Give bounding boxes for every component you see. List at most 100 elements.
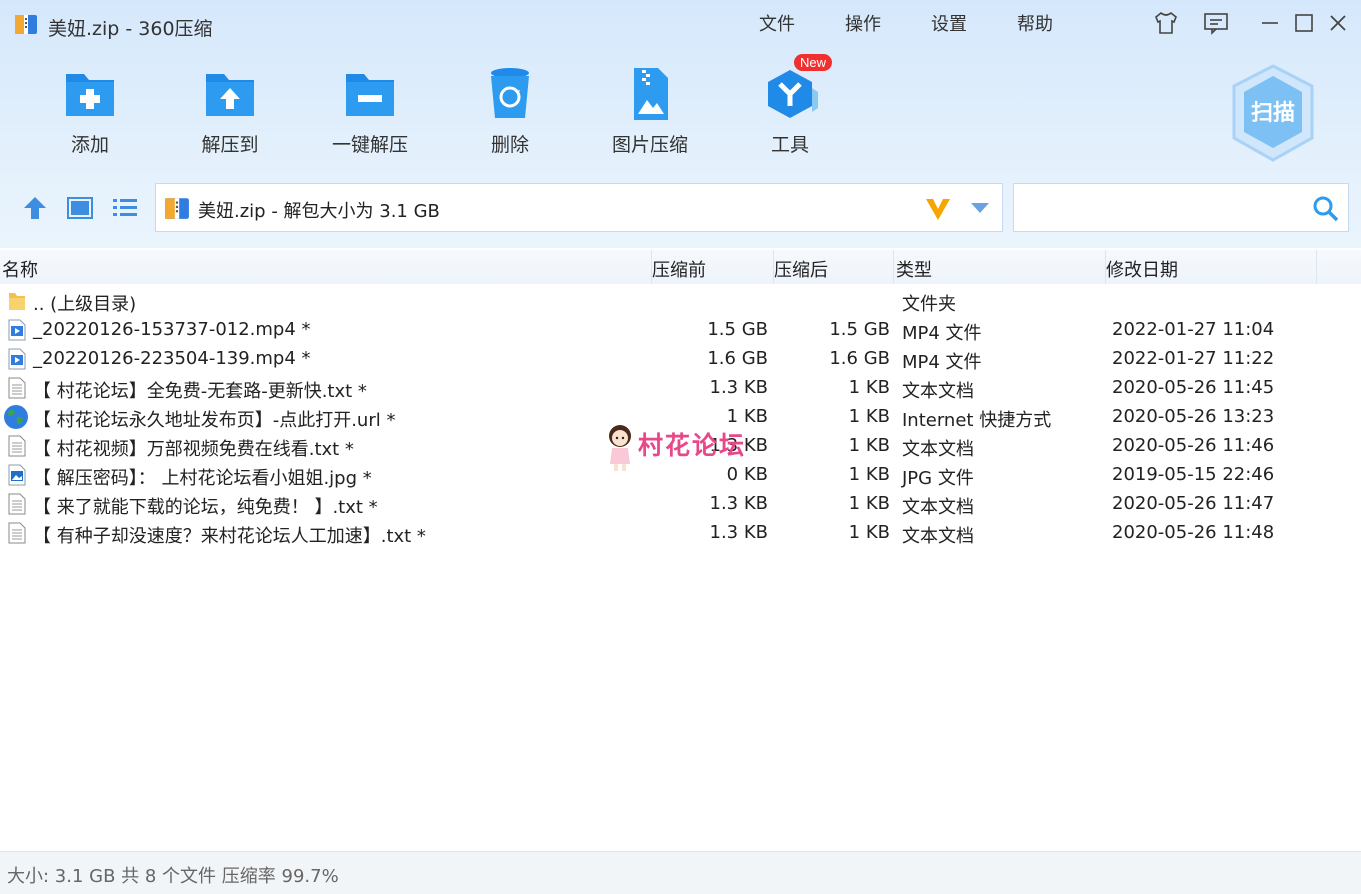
- file-size-after: 1 KB: [848, 464, 890, 485]
- file-size-before: 1.5 GB: [707, 319, 768, 340]
- file-modified: 2022-01-27 11:22: [1112, 348, 1275, 369]
- file-size-after: 1 KB: [848, 435, 890, 456]
- file-type: Internet 快捷方式: [902, 410, 1052, 431]
- file-size-before: 1.6 GB: [707, 348, 768, 369]
- extract-to-label: 解压到: [201, 134, 259, 156]
- file-size-after: 1.6 GB: [829, 348, 890, 369]
- one-click-extract-button[interactable]: 一键解压: [315, 64, 425, 157]
- text-file-icon: [7, 377, 27, 399]
- file-name: 【 村花论坛】全免费-无套路-更新快.txt *: [33, 381, 367, 402]
- file-name: _20220126-153737-012.mp4 *: [33, 319, 311, 340]
- add-button[interactable]: 添加: [35, 64, 145, 157]
- file-name: 【 村花论坛永久地址发布页】-点此打开.url *: [33, 410, 396, 431]
- column-modified[interactable]: 修改日期: [1106, 256, 1178, 282]
- window-title: 美妞.zip - 360压缩: [48, 18, 213, 40]
- tools-label: 工具: [770, 134, 809, 156]
- menu-help[interactable]: 帮助: [1017, 10, 1053, 36]
- address-text: 美妞.zip - 解包大小为 3.1 GB: [198, 201, 440, 222]
- file-type: 文本文档: [902, 439, 974, 460]
- column-name[interactable]: 名称: [2, 256, 38, 282]
- thumbnail-view-icon[interactable]: [66, 194, 94, 222]
- file-row[interactable]: 【 村花论坛】全免费-无套路-更新快.txt * 1.3 KB 1 KB 文本文档 20…: [0, 374, 1361, 403]
- file-name: 【 村花视频】万部视频免费在线看.txt *: [33, 439, 354, 460]
- file-row[interactable]: 【 来了就能下载的论坛，纯免费！ 】.txt * 1.3 KB 1 KB 文本文档 20…: [0, 490, 1361, 519]
- file-size-after: 1 KB: [848, 406, 890, 427]
- file-row[interactable]: _20220126-153737-012.mp4 * 1.5 GB 1.5 GB MP…: [0, 316, 1361, 345]
- column-size-after[interactable]: 压缩后: [774, 256, 828, 282]
- dropdown-arrow-icon[interactable]: [970, 202, 990, 214]
- extract-to-button[interactable]: 解压到: [175, 64, 285, 157]
- image-compress-label: 图片压缩: [611, 134, 688, 156]
- add-folder-icon: [66, 74, 114, 116]
- file-size-after: 1 KB: [848, 493, 890, 514]
- image-compress-button[interactable]: 图片压缩: [595, 64, 705, 157]
- column-divider[interactable]: [893, 250, 894, 284]
- scan-button[interactable]: 扫描: [1232, 64, 1314, 162]
- file-name: 【 有种子却没速度？来村花论坛人工加速】.txt *: [33, 526, 426, 547]
- delete-icon: [491, 68, 529, 118]
- file-row[interactable]: _20220126-223504-139.mp4 * 1.6 GB 1.6 GB MP…: [0, 345, 1361, 374]
- image-compress-icon: [634, 68, 668, 120]
- file-modified: 2022-01-27 11:04: [1112, 319, 1275, 340]
- one-click-extract-icon: [346, 74, 394, 116]
- forum-watermark: 村花论坛: [604, 422, 764, 472]
- file-row[interactable]: 【 有种子却没速度？来村花论坛人工加速】.txt * 1.3 KB 1 KB 文本文档…: [0, 519, 1361, 548]
- feedback-icon[interactable]: [1203, 10, 1229, 36]
- menu-file[interactable]: 文件: [759, 10, 795, 36]
- file-name: _20220126-223504-139.mp4 *: [33, 348, 311, 369]
- search-icon[interactable]: [1312, 195, 1340, 223]
- scan-label: 扫描: [1251, 101, 1295, 126]
- file-size-after: 1 KB: [848, 377, 890, 398]
- file-size-before: 1.3 KB: [709, 377, 769, 398]
- file-type: 文本文档: [902, 381, 974, 402]
- skin-icon[interactable]: [1153, 10, 1179, 36]
- file-modified: 2020-05-26 11:45: [1112, 377, 1275, 398]
- column-header: 名称 压缩前 压缩后 类型 修改日期: [0, 250, 1361, 284]
- tools-icon: [768, 70, 818, 118]
- file-modified: 2020-05-26 13:23: [1112, 406, 1275, 427]
- delete-label: 删除: [490, 134, 529, 156]
- delete-button[interactable]: 删除: [455, 64, 565, 157]
- file-size-after: 1 KB: [848, 522, 890, 543]
- minimize-icon[interactable]: [1257, 10, 1283, 36]
- file-modified: 2019-05-15 22:46: [1112, 464, 1275, 485]
- file-type: 文本文档: [902, 526, 974, 547]
- file-modified: 2020-05-26 11:47: [1112, 493, 1275, 514]
- video-file-icon: [7, 319, 27, 341]
- text-file-icon: [7, 435, 27, 457]
- list-view-icon[interactable]: [111, 194, 139, 222]
- file-type: MP4 文件: [902, 352, 982, 373]
- menu-settings[interactable]: 设置: [931, 10, 967, 36]
- file-modified: 2020-05-26 11:46: [1112, 435, 1275, 456]
- watermark-text: 村花论坛: [638, 431, 747, 460]
- archive-file-icon: [165, 198, 189, 219]
- one-click-extract-label: 一键解压: [331, 134, 408, 156]
- file-type: 文本文档: [902, 497, 974, 518]
- globe-icon: [3, 404, 28, 429]
- column-type[interactable]: 类型: [896, 256, 932, 282]
- vip-icon[interactable]: [924, 196, 952, 222]
- girl-mascot-icon: [609, 425, 631, 471]
- maximize-icon[interactable]: [1291, 10, 1317, 36]
- file-size-after: 1.5 GB: [829, 319, 890, 340]
- file-name: 【 解压密码】： 上村花论坛看小姐姐.jpg *: [33, 468, 372, 489]
- column-divider[interactable]: [1316, 250, 1317, 284]
- tools-button[interactable]: 工具: [735, 64, 845, 157]
- address-bar[interactable]: 美妞.zip - 解包大小为 3.1 GB: [155, 183, 1003, 232]
- scan-shield-icon: 扫描: [1232, 64, 1314, 162]
- extract-to-icon: [206, 74, 254, 116]
- close-icon[interactable]: [1325, 10, 1351, 36]
- file-name: 【 来了就能下载的论坛，纯免费！ 】.txt *: [33, 497, 378, 518]
- search-input[interactable]: [1024, 194, 1308, 224]
- column-size-before[interactable]: 压缩前: [652, 256, 706, 282]
- file-name: .. (上级目录): [33, 294, 137, 315]
- file-row[interactable]: .. (上级目录) 文件夹: [0, 287, 1361, 316]
- file-type: JPG 文件: [902, 468, 974, 489]
- text-file-icon: [7, 493, 27, 515]
- up-arrow-icon[interactable]: [21, 194, 49, 222]
- menu-operation[interactable]: 操作: [845, 10, 881, 36]
- search-box[interactable]: [1013, 183, 1349, 232]
- file-type: MP4 文件: [902, 323, 982, 344]
- file-modified: 2020-05-26 11:48: [1112, 522, 1275, 543]
- text-file-icon: [7, 522, 27, 544]
